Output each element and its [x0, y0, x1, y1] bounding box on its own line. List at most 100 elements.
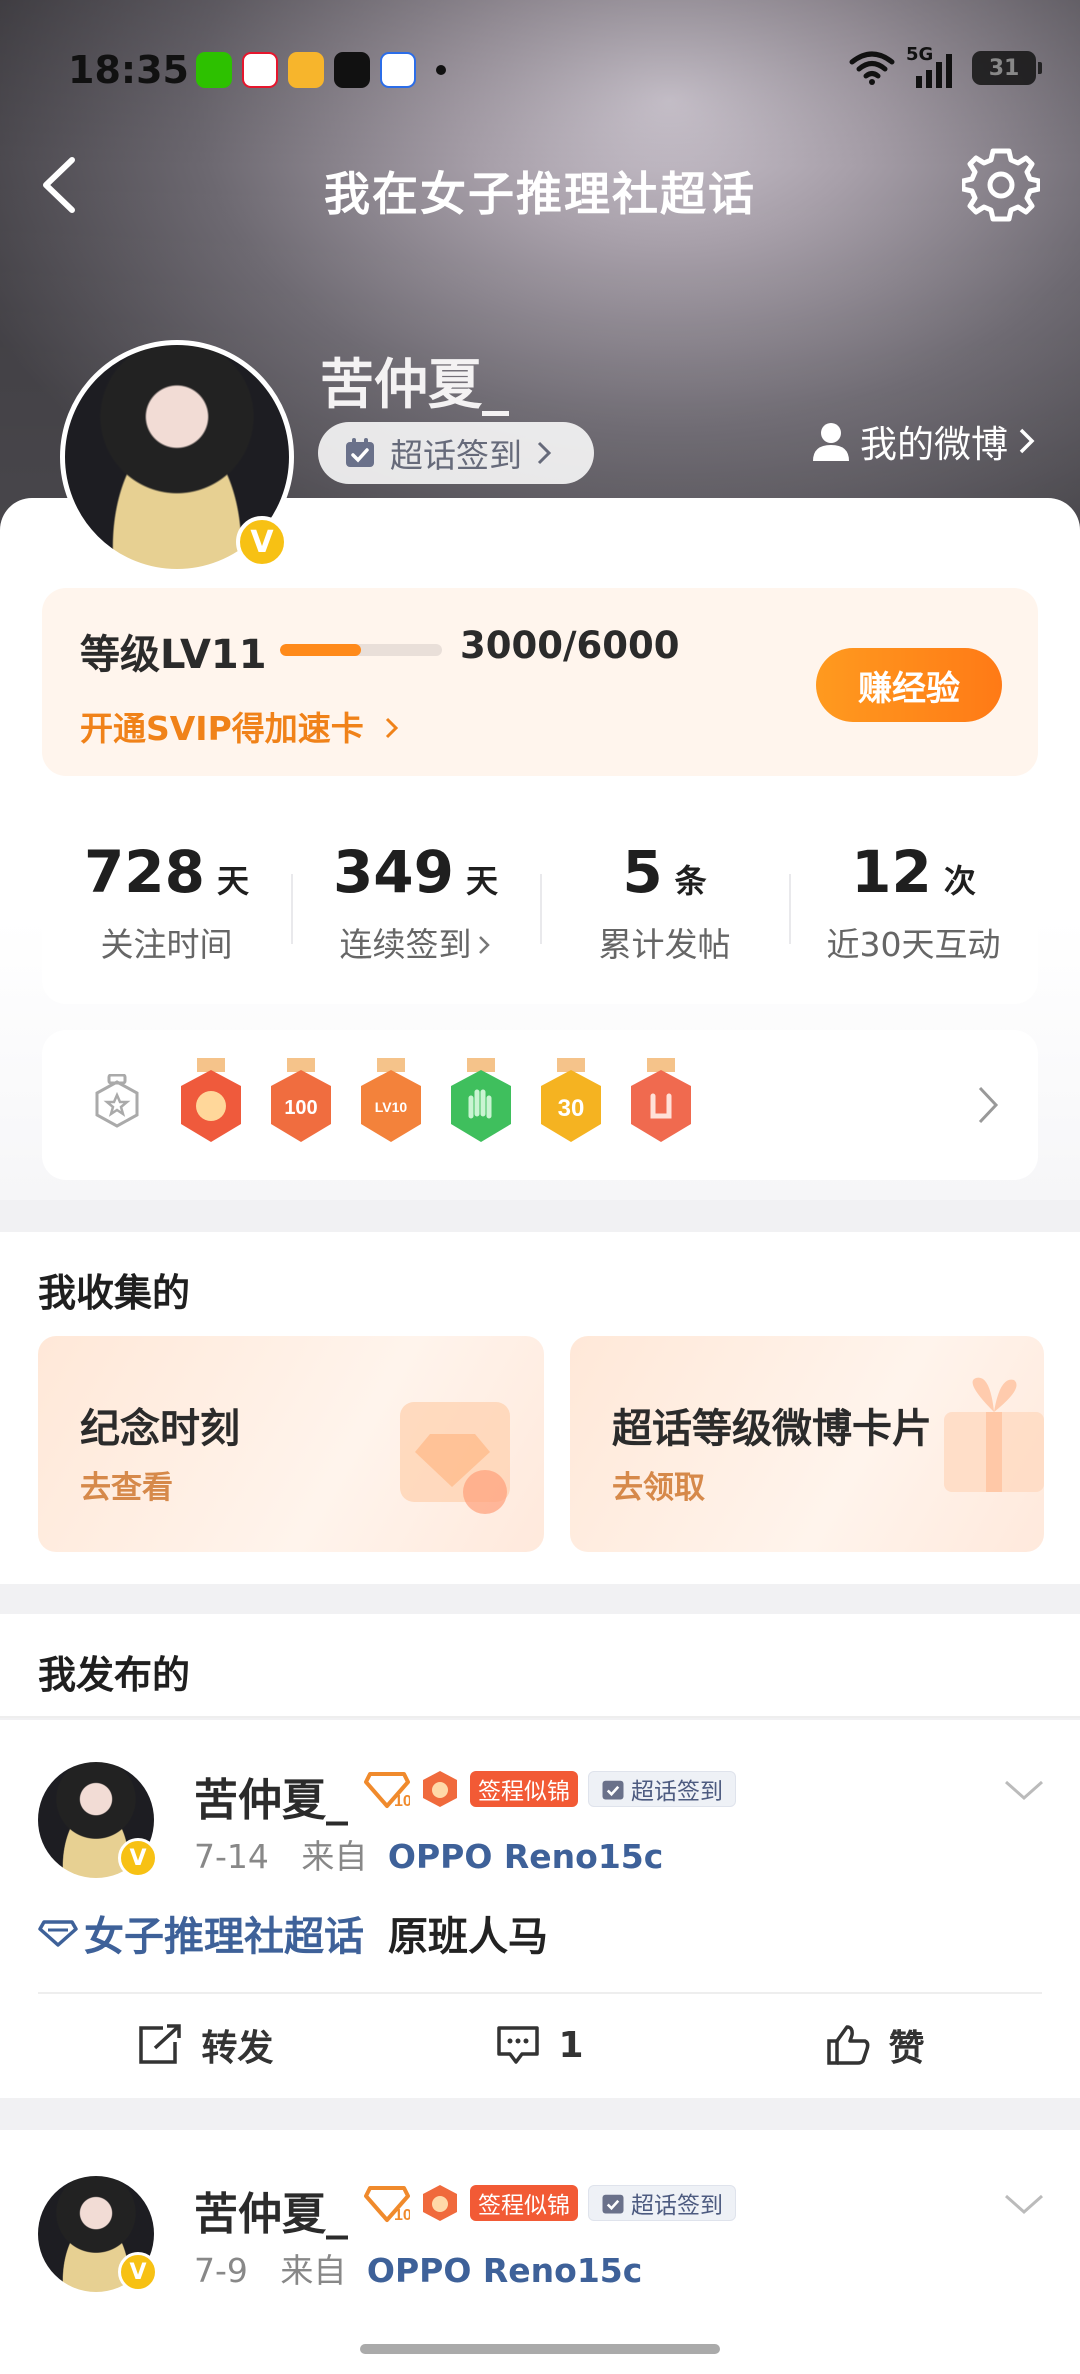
chevron-right-icon	[537, 441, 552, 465]
post-username[interactable]: 苦仲夏_	[194, 2178, 348, 2242]
gear-icon[interactable]	[962, 146, 1040, 224]
stat-unit: 次	[943, 862, 976, 900]
post-meta: 7-9 来自 OPPO Reno15c	[194, 2244, 642, 2292]
badge-rock-hand	[631, 1058, 691, 1142]
home-indicator[interactable]	[360, 2344, 720, 2354]
post-meta: 7-14 来自 OPPO Reno15c	[194, 1830, 663, 1878]
stat-checkin-streak[interactable]: 349 天 连续签到	[291, 800, 540, 1004]
post-date: 7-14	[194, 1837, 269, 1876]
chevron-right-icon[interactable]	[974, 1078, 1004, 1132]
stat-unit: 天	[466, 862, 499, 900]
mascot-badge-icon	[423, 2185, 457, 2221]
collection-card-title: 纪念时刻	[80, 1406, 240, 1452]
verified-badge: V	[118, 1838, 158, 1878]
stat-label: 关注时间	[100, 925, 233, 964]
badge-green-hand	[451, 1058, 511, 1142]
stat-follow-days: 728 天 关注时间	[42, 800, 291, 1004]
post-card[interactable]: V 苦仲夏_ 10 签程似锦 超话签到 7-9 来自 OPPO Reno15c	[0, 2130, 1080, 2374]
tag-checkin-label: 超话签到	[631, 1779, 723, 1805]
my-weibo-label: 我的微博	[860, 423, 1008, 466]
post-username[interactable]: 苦仲夏_	[194, 1764, 348, 1828]
level-number: 10	[394, 1793, 410, 1810]
tag-checkin: 超话签到	[588, 2185, 736, 2221]
gift-box-icon	[944, 1377, 1044, 1492]
post-actions: 转发 1 赞	[38, 1992, 1042, 2096]
calendar-check-icon	[602, 1780, 624, 1800]
chevron-right-icon	[1019, 428, 1035, 454]
status-right: 5G 31	[848, 44, 1042, 88]
like-label: 赞	[888, 2028, 925, 2069]
post-topic-link[interactable]: 女子推理社超话	[38, 1904, 364, 1962]
post-device[interactable]: OPPO Reno15c	[388, 1837, 663, 1876]
stats-panel: 728 天 关注时间 349 天 连续签到 5条 累计发帖 12 次 近30天互动	[42, 800, 1038, 1004]
cell-signal-icon: 5G	[906, 44, 962, 88]
post-device[interactable]: OPPO Reno15c	[367, 2251, 642, 2290]
chevron-down-icon[interactable]	[1002, 1776, 1046, 1804]
like-button[interactable]: 赞	[707, 2019, 1042, 2071]
collection-card-moments[interactable]: 纪念时刻 去查看	[38, 1336, 544, 1552]
tag-sign-streak: 签程似锦	[470, 1771, 578, 1807]
badge-wall[interactable]: 100 LV10 30	[42, 1030, 1038, 1180]
stat-interactions: 12 次 近30天互动	[789, 800, 1038, 1004]
profile-username: 苦仲夏_	[320, 353, 509, 416]
medal-outline-icon	[95, 1074, 139, 1128]
collections-title: 我收集的	[38, 1271, 191, 1315]
reader-icon	[288, 52, 324, 88]
stat-post-count: 5条 累计发帖	[540, 800, 789, 1004]
earn-exp-button[interactable]: 赚经验	[816, 648, 1002, 722]
chevron-right-icon	[386, 717, 399, 739]
verified-badge: V	[236, 516, 288, 568]
collection-card-level-weibo[interactable]: 超话等级微博卡片 去领取	[570, 1336, 1044, 1552]
posts-title: 我发布的	[38, 1653, 191, 1697]
badge-lv10: LV10	[361, 1058, 421, 1142]
chevron-down-icon[interactable]	[1002, 2190, 1046, 2218]
level-number: 10	[394, 2207, 410, 2224]
network-type: 5G	[906, 44, 934, 65]
stat-unit: 条	[674, 862, 707, 900]
status-time: 18:35	[68, 48, 189, 92]
repost-button[interactable]: 转发	[38, 2019, 373, 2071]
weibo-icon	[242, 52, 278, 88]
verified-badge: V	[118, 2252, 158, 2292]
tag-checkin: 超话签到	[588, 1771, 736, 1807]
chevron-right-icon	[478, 936, 490, 954]
user-icon	[813, 423, 849, 461]
battery-indicator: 31	[972, 51, 1042, 85]
badge-list: 100 LV10 30	[177, 1058, 695, 1150]
battery-level: 31	[988, 55, 1020, 81]
status-app-icons	[196, 52, 446, 88]
comment-icon	[497, 2026, 540, 2064]
stat-number: 728	[83, 838, 206, 906]
stat-label: 近30天互动	[826, 925, 1001, 964]
post-card[interactable]: V 苦仲夏_ 10 签程似锦 超话签到 7-14 来自 OPPO Reno15c	[0, 1720, 1080, 2098]
badge-30-days: 30	[541, 1058, 601, 1142]
collection-card-action: 去查看	[80, 1470, 173, 1506]
stat-unit: 天	[217, 862, 250, 900]
post-from-label: 来自	[301, 1837, 368, 1876]
comment-count: 1	[558, 2024, 584, 2066]
level-label: 等级LV11	[80, 632, 267, 678]
post-topic-label: 女子推理社超话	[84, 1914, 364, 1960]
my-weibo-link[interactable]: 我的微博	[812, 414, 1036, 468]
level-progress-fill	[280, 644, 361, 656]
post-content: 女子推理社超话 原班人马	[38, 1904, 548, 1962]
stat-label: 累计发帖	[598, 925, 731, 964]
repost-icon	[139, 2024, 182, 2064]
badge-text: 100	[284, 1097, 317, 1119]
badge-mascot	[181, 1058, 241, 1142]
calendar-check-icon	[346, 438, 374, 467]
post-from-label: 来自	[280, 2251, 347, 2290]
svip-link[interactable]: 开通SVIP得加速卡	[80, 702, 399, 750]
comment-button[interactable]: 1	[373, 2024, 708, 2066]
tag-checkin-label: 超话签到	[631, 2193, 723, 2219]
diamond-calendar-icon	[400, 1402, 510, 1514]
posts-section-header: 我发布的	[0, 1614, 1080, 1718]
calendar-check-icon	[602, 2194, 624, 2214]
wechat-icon	[196, 52, 232, 88]
badge-text: LV10	[375, 1099, 408, 1115]
more-notifications-dot	[436, 65, 446, 75]
collection-card-title: 超话等级微博卡片	[612, 1406, 932, 1452]
page-title: 我在女子推理社超话	[324, 167, 756, 221]
checkin-button[interactable]: 超话签到	[318, 422, 594, 484]
svip-link-label: 开通SVIP得加速卡	[80, 709, 364, 748]
